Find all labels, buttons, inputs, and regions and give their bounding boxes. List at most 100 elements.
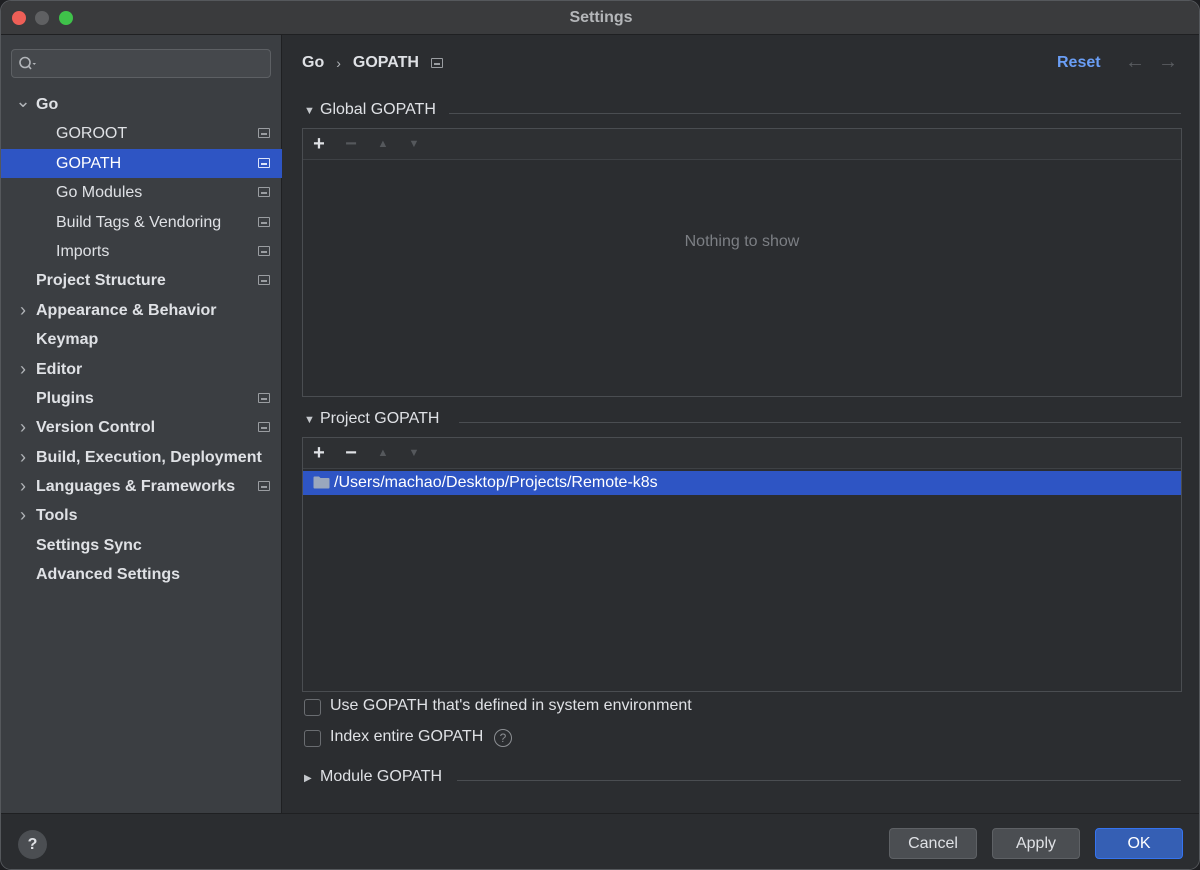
- window-title: Settings: [569, 9, 633, 26]
- project-gopath-list[interactable]: + − ▲ ▼ /Users/machao/Desktop/Projects/R…: [302, 437, 1182, 692]
- breadcrumb: Go › GOPATH: [302, 54, 443, 72]
- project-gopath-section-header[interactable]: ▼ Project GOPATH: [304, 410, 1181, 432]
- chevron-down-icon: ▼: [304, 414, 315, 426]
- sidebar-item-label: Imports: [56, 242, 110, 260]
- sidebar-item-label: Plugins: [36, 389, 94, 407]
- sidebar-item-editor[interactable]: › Editor: [1, 355, 282, 384]
- module-gopath-title: Module GOPATH: [320, 768, 443, 785]
- add-global-gopath-button[interactable]: +: [307, 131, 331, 157]
- checkbox-box[interactable]: [304, 730, 321, 747]
- sidebar-item-gopath[interactable]: GOPATH: [1, 148, 282, 179]
- project-scope-icon: [258, 157, 270, 168]
- sidebar-item-project-structure[interactable]: Project Structure: [1, 266, 282, 295]
- move-down-button[interactable]: ▼: [402, 440, 426, 466]
- chevron-right-icon[interactable]: ›: [15, 413, 31, 442]
- sidebar-item-label: Go: [36, 96, 59, 113]
- title-bar: Settings: [1, 1, 1199, 35]
- breadcrumb-current: GOPATH: [352, 54, 419, 71]
- sidebar-item-label: Project Structure: [36, 272, 166, 290]
- remove-global-gopath-button[interactable]: −: [339, 131, 363, 157]
- section-divider: [457, 780, 1181, 781]
- use-system-gopath-checkbox[interactable]: Use GOPATH that's defined in system envi…: [304, 697, 734, 719]
- help-icon[interactable]: ?: [494, 729, 512, 747]
- empty-list-text: Nothing to show: [684, 233, 800, 250]
- settings-content: Go › GOPATH Reset ← → ▼ Global GOPATH + − ▲…: [282, 35, 1199, 813]
- index-entire-gopath-checkbox[interactable]: Index entire GOPATH ?: [304, 728, 524, 750]
- module-gopath-section-header[interactable]: ▶ Module GOPATH: [304, 768, 1181, 790]
- project-scope-icon: [258, 392, 270, 403]
- cancel-button[interactable]: Cancel: [889, 828, 977, 859]
- chevron-down-icon: ▼: [304, 105, 315, 117]
- sidebar-item-build-tags-vendoring[interactable]: Build Tags & Vendoring: [1, 208, 282, 237]
- sidebar-item-imports[interactable]: Imports: [1, 237, 282, 266]
- chevron-right-icon[interactable]: ›: [15, 443, 31, 472]
- settings-sidebar: ⌄ Go GOROOT GOPATH Go Modules Build Tags & Ve…: [1, 35, 282, 813]
- sidebar-item-label: Advanced Settings: [36, 566, 181, 584]
- project-scope-icon: [258, 216, 270, 227]
- project-scope-icon: [258, 275, 270, 286]
- reset-button[interactable]: Reset: [1057, 54, 1101, 72]
- chevron-right-icon[interactable]: ›: [15, 472, 31, 501]
- global-gopath-list[interactable]: + − ▲ ▼ Nothing to show: [302, 128, 1182, 397]
- chevron-right-icon[interactable]: ›: [15, 501, 31, 530]
- sidebar-item-plugins[interactable]: Plugins: [1, 384, 282, 413]
- chevron-down-icon[interactable]: ⌄: [15, 90, 31, 119]
- sidebar-item-languages-frameworks[interactable]: › Languages & Frameworks: [1, 472, 282, 501]
- section-divider: [459, 422, 1181, 423]
- sidebar-item-go[interactable]: ⌄ Go: [1, 90, 282, 119]
- index-entire-gopath-label[interactable]: Index entire GOPATH: [330, 728, 483, 746]
- arrow-left-icon[interactable]: ←: [1125, 51, 1145, 74]
- sidebar-item-label: Go Modules: [56, 184, 143, 202]
- sidebar-item-label: Editor: [36, 360, 83, 378]
- sidebar-item-goroot[interactable]: GOROOT: [1, 119, 282, 148]
- ok-button[interactable]: OK: [1095, 828, 1183, 859]
- sidebar-item-label: Keymap: [36, 331, 99, 349]
- sidebar-item-label: Languages & Frameworks: [36, 478, 236, 496]
- folder-icon: [313, 476, 330, 489]
- project-scope-icon: [258, 187, 270, 198]
- breadcrumb-parent[interactable]: Go: [302, 54, 324, 72]
- settings-search-input[interactable]: [11, 49, 271, 78]
- sidebar-item-go-modules[interactable]: Go Modules: [1, 178, 282, 207]
- sidebar-item-build-execution-deployment[interactable]: › Build, Execution, Deployment: [1, 443, 282, 472]
- project-scope-icon: [258, 422, 270, 433]
- chevron-right-icon[interactable]: ›: [15, 355, 31, 384]
- add-project-gopath-button[interactable]: +: [307, 440, 331, 466]
- project-scope-icon: [430, 58, 443, 68]
- sidebar-item-version-control[interactable]: › Version Control: [1, 413, 282, 442]
- move-up-button[interactable]: ▲: [371, 131, 395, 157]
- apply-button[interactable]: Apply: [992, 828, 1080, 859]
- chevron-right-icon: ▶: [304, 773, 312, 784]
- help-button[interactable]: ?: [18, 830, 47, 859]
- gopath-entry-path: /Users/machao/Desktop/Projects/Remote-k8…: [334, 474, 658, 491]
- checkbox-box[interactable]: [304, 699, 321, 716]
- breadcrumb-separator: ›: [336, 55, 341, 71]
- global-gopath-section-header[interactable]: ▼ Global GOPATH: [304, 101, 1181, 123]
- sidebar-item-label: Settings Sync: [36, 536, 142, 554]
- section-divider: [449, 113, 1181, 114]
- sidebar-item-label: GOROOT: [56, 125, 128, 143]
- sidebar-item-label: GOPATH: [56, 154, 122, 172]
- use-system-gopath-label[interactable]: Use GOPATH that's defined in system envi…: [330, 697, 692, 715]
- sidebar-item-advanced-settings[interactable]: Advanced Settings: [1, 560, 282, 589]
- move-up-button[interactable]: ▲: [371, 440, 395, 466]
- sidebar-item-keymap[interactable]: Keymap: [1, 325, 282, 354]
- remove-project-gopath-button[interactable]: −: [339, 440, 363, 466]
- sidebar-item-label: Build Tags & Vendoring: [56, 213, 222, 231]
- project-scope-icon: [258, 245, 270, 256]
- chevron-right-icon[interactable]: ›: [15, 296, 31, 325]
- sidebar-item-label: Appearance & Behavior: [36, 301, 217, 319]
- project-gopath-toolbar: + − ▲ ▼: [303, 438, 1181, 469]
- project-scope-icon: [258, 481, 270, 492]
- settings-tree: ⌄ Go GOROOT GOPATH Go Modules Build Tags & Ve…: [1, 90, 282, 590]
- move-down-button[interactable]: ▼: [402, 131, 426, 157]
- sidebar-item-tools[interactable]: › Tools: [1, 501, 282, 530]
- project-gopath-title: Project GOPATH: [320, 410, 440, 427]
- dialog-footer: ? Cancel Apply OK: [1, 813, 1199, 869]
- arrow-right-icon[interactable]: →: [1158, 51, 1178, 74]
- project-scope-icon: [258, 128, 270, 139]
- search-icon: [19, 56, 36, 70]
- gopath-list-item[interactable]: /Users/machao/Desktop/Projects/Remote-k8…: [303, 471, 1181, 495]
- sidebar-item-appearance-behavior[interactable]: › Appearance & Behavior: [1, 296, 282, 325]
- sidebar-item-settings-sync[interactable]: Settings Sync: [1, 531, 282, 560]
